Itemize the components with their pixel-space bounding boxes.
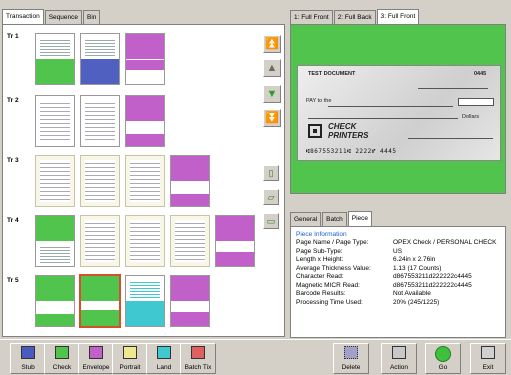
thumb-tr5-4[interactable] [170,275,210,327]
row-label-tr5: Tr 5 [7,277,19,284]
down-arrow-icon: ▼ [266,88,278,100]
land-button[interactable]: Land [146,343,182,374]
double-up-arrow-icon: ⏫ [265,38,279,50]
thumb-tr3-2[interactable] [80,155,120,207]
info-row: Processing Time Used: 20% (245/1225) [296,298,440,306]
image-viewer-pane: 1: Full Front 2: Full Back 3: Full Front… [290,2,509,207]
check-icon [55,346,69,359]
batch-ticket-icon [191,346,205,359]
info-pane: General Batch Piece Piece Information Pa… [290,206,509,339]
delete-button[interactable]: Delete [333,343,369,374]
tab-general[interactable]: General [290,212,322,226]
tab-piece[interactable]: Piece [347,211,373,226]
page-split-icon: ▭ [266,216,276,226]
check-micr-line: ⑆867553211⑆ 2222⑈ 4445 [306,148,397,155]
page-icon: ▯ [268,168,274,178]
stub-button[interactable]: Stub [10,343,46,374]
info-row: Barcode Results: Not Available [296,290,431,297]
thumb-tr3-1[interactable] [35,155,75,207]
check-image: TEST DOCUMENT 0445 PAY to the Dollars CH… [297,65,501,161]
bottom-toolbar: Stub Check Envelope Portrait Land Batch … [0,339,511,375]
exit-button[interactable]: Exit [470,343,506,374]
check-dollars: Dollars [462,114,480,120]
up-arrow-icon: ▲ [266,62,278,74]
double-down-arrow-icon: ⏬ [265,112,279,124]
portrait-button[interactable]: Portrait [112,343,148,374]
piece-info-panel: Piece Information Page Name / Page Type:… [290,226,506,338]
landscape-icon [157,346,171,359]
exit-door-icon [481,346,495,359]
envelope-icon [89,346,103,359]
thumb-tr2-2[interactable] [80,95,120,147]
thumb-tr5-3[interactable] [125,275,165,327]
thumb-tr4-5[interactable] [215,215,255,267]
left-pane: Transaction Sequence Bin Tr 1 Tr 2 Tr 3 … [2,2,285,337]
info-row: Magnetic MICR Read: d867553211d222222c444… [296,281,472,289]
thumb-tr4-3[interactable] [125,215,165,267]
thumb-tr4-1[interactable] [35,215,75,267]
tab-full-front-3[interactable]: 3: Full Front [376,9,420,24]
thumb-tr2-3[interactable] [125,95,165,147]
portrait-icon [123,346,137,359]
tab-sequence[interactable]: Sequence [44,10,82,24]
image-tab-strip: 1: Full Front 2: Full Back 3: Full Front [290,9,420,24]
envelope-button[interactable]: Envelope [78,343,114,374]
go-button[interactable]: Go [425,343,461,374]
scroll-up-button[interactable]: ▲ [263,59,281,77]
row-label-tr4: Tr 4 [7,217,19,224]
tab-full-back-2[interactable]: 2: Full Back [333,10,376,24]
scroll-top-button[interactable]: ⏫ [263,35,281,53]
info-row: Page Sub-Type: US [296,247,403,255]
tab-bin[interactable]: Bin [83,10,101,24]
thumb-tr1-3[interactable] [125,33,165,85]
thumb-tr5-2-selected[interactable] [79,274,121,328]
tab-batch[interactable]: Batch [322,212,347,226]
thumb-tr4-2[interactable] [80,215,120,267]
check-brand: CHECK PRINTERS [328,122,369,140]
check-button[interactable]: Check [44,343,80,374]
info-row: Average Thickness Value: 1.13 (17 Counts) [296,264,442,272]
thumb-tr1-2[interactable] [80,33,120,85]
tab-full-front-1[interactable]: 1: Full Front [290,10,333,24]
thumb-tr2-1[interactable] [35,95,75,147]
thumb-tr5-1[interactable] [35,275,75,327]
row-label-tr3: Tr 3 [7,157,19,164]
tab-transaction[interactable]: Transaction [2,9,44,24]
info-tab-strip: General Batch Piece [290,211,373,226]
thumb-tr1-1[interactable] [35,33,75,85]
action-icon [392,346,406,359]
left-tab-strip: Transaction Sequence Bin [2,9,101,24]
thumb-tr3-3[interactable] [125,155,165,207]
delete-icon [344,346,358,359]
thumbnail-grid: Tr 1 Tr 2 Tr 3 Tr 4 Tr 5 ⏫ ▲ ▼ ⏬ ▯ ▱ ▭ [2,24,285,337]
thumb-tr3-4[interactable] [170,155,210,207]
batch-tix-button[interactable]: Batch Tix [180,343,216,374]
page-split-button[interactable]: ▭ [263,213,279,229]
go-icon [435,346,451,362]
action-button[interactable]: Action [381,343,417,374]
check-printer-logo [308,124,322,138]
thumb-tr4-4[interactable] [170,215,210,267]
check-number: 0445 [474,71,487,77]
stub-icon [21,346,35,359]
image-display: TEST DOCUMENT 0445 PAY to the Dollars CH… [290,24,506,194]
scroll-bottom-button[interactable]: ⏬ [263,109,281,127]
page-edit-icon: ▱ [267,192,275,202]
row-label-tr2: Tr 2 [7,97,19,104]
info-row: Page Name / Page Type: OPEX Check / PERSO… [296,239,497,246]
check-amount-box [458,98,494,106]
page-edit-button[interactable]: ▱ [263,189,279,205]
check-payto: PAY to the [306,98,332,104]
app-window: Transaction Sequence Bin Tr 1 Tr 2 Tr 3 … [0,0,511,375]
info-row: Character Read: d867553211d222222c4445 [296,273,472,280]
row-label-tr1: Tr 1 [7,33,19,40]
page-view-button[interactable]: ▯ [263,165,279,181]
info-row: Length x Height: 6.24in x 2.76in [296,256,436,263]
scroll-down-button[interactable]: ▼ [263,85,281,103]
check-header: TEST DOCUMENT [308,71,356,77]
piece-info-title: Piece Information [296,231,347,238]
